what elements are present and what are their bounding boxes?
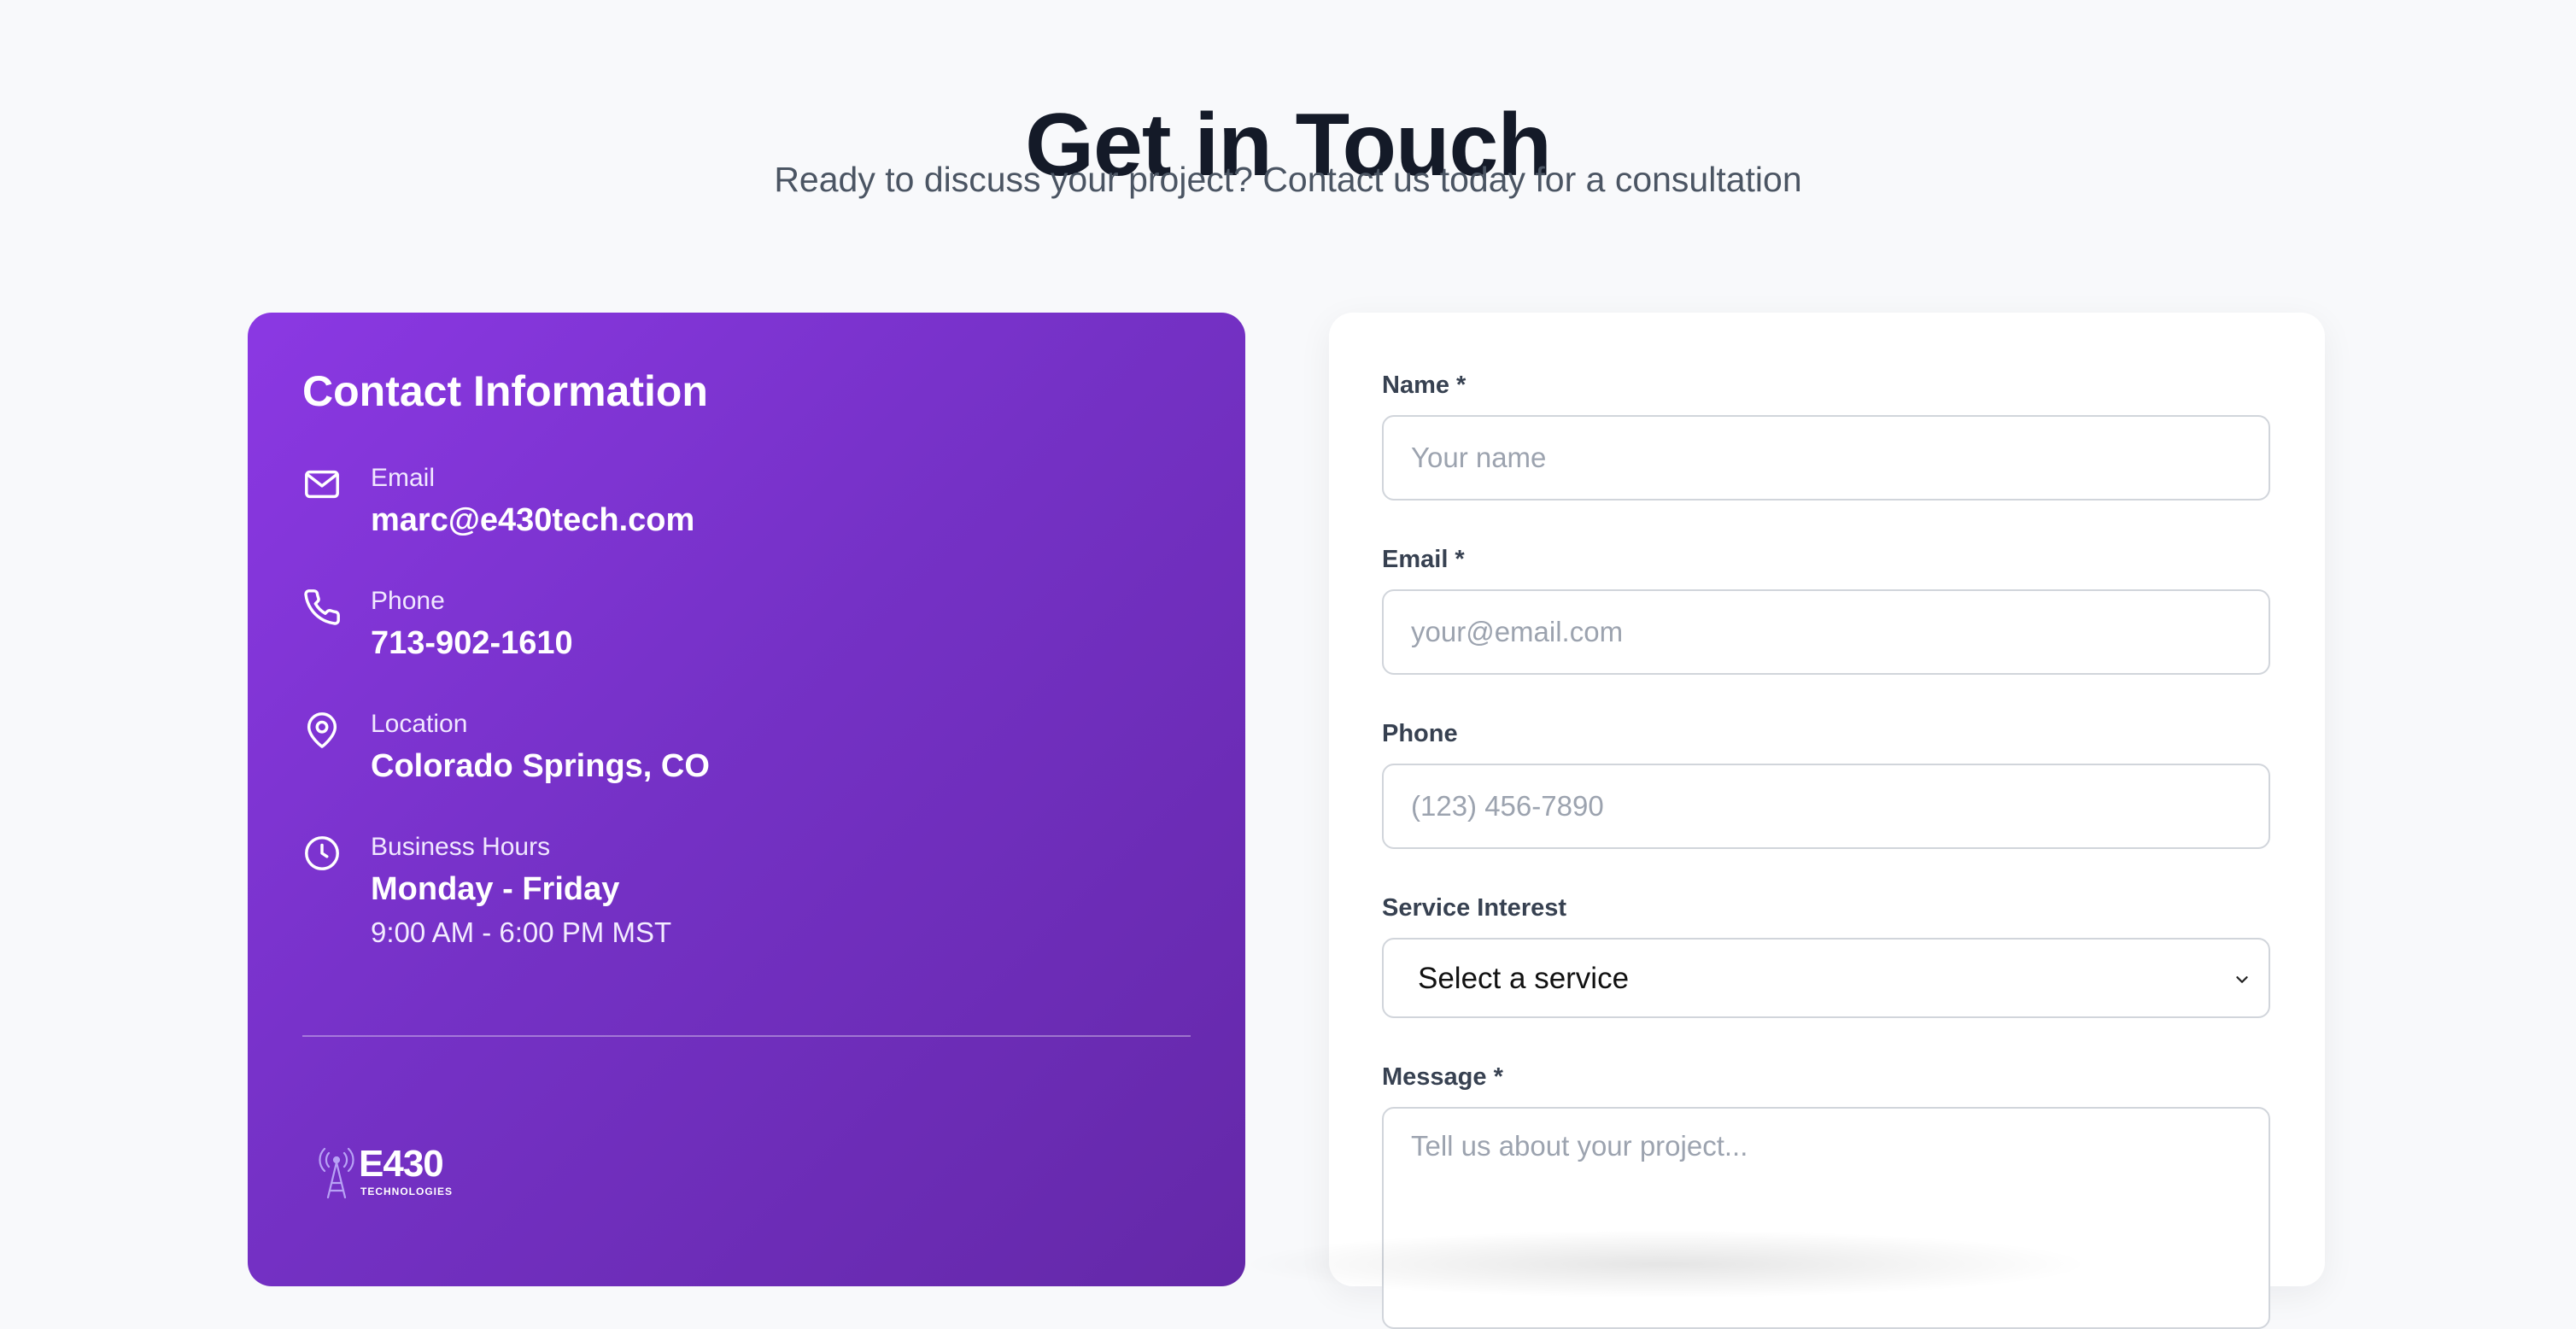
logo-name: E430 xyxy=(359,1143,444,1185)
email-label: Email xyxy=(371,464,436,492)
email-value[interactable]: marc@e430tech.com xyxy=(371,499,694,542)
phone-value[interactable]: 713-902-1610 xyxy=(371,622,573,664)
contact-form-card: Name * Email * Phone Service Interest Se… xyxy=(1329,313,2325,1329)
contact-info-title: Contact Information xyxy=(302,367,708,415)
company-logo: E430 TECHNOLOGIES xyxy=(316,1141,470,1209)
service-select-value: Select a service xyxy=(1418,962,1630,995)
email-field-label: Email * xyxy=(1382,546,1465,573)
message-label: Message * xyxy=(1382,1063,1503,1091)
email-input[interactable] xyxy=(1382,589,2270,675)
chevron-down-icon xyxy=(2236,976,2248,983)
location-label: Location xyxy=(371,710,468,738)
message-textarea[interactable] xyxy=(1382,1107,2270,1329)
phone-icon xyxy=(302,588,342,627)
service-label: Service Interest xyxy=(1382,894,1567,922)
contact-info-card: Contact Information Email marc@e430tech.… xyxy=(248,313,1245,1286)
antenna-tower-icon xyxy=(319,1147,354,1199)
phone-input[interactable] xyxy=(1382,764,2270,849)
clock-icon xyxy=(302,834,342,873)
name-input[interactable] xyxy=(1382,415,2270,501)
map-pin-icon xyxy=(302,711,342,750)
logo-tagline: TECHNOLOGIES xyxy=(360,1186,454,1197)
mail-icon xyxy=(302,465,342,504)
phone-field-label: Phone xyxy=(1382,720,1458,747)
page-subtitle: Ready to discuss your project? Contact u… xyxy=(774,160,1802,199)
location-value: Colorado Springs, CO xyxy=(371,748,710,784)
phone-label: Phone xyxy=(371,587,445,615)
divider xyxy=(302,1035,1191,1037)
hours-label: Business Hours xyxy=(371,833,551,861)
hours-days: Monday - Friday xyxy=(371,871,620,907)
hours-time: 9:00 AM - 6:00 PM MST xyxy=(371,916,672,948)
name-label: Name * xyxy=(1382,372,1467,399)
service-select[interactable]: Select a service xyxy=(1382,938,2270,1018)
